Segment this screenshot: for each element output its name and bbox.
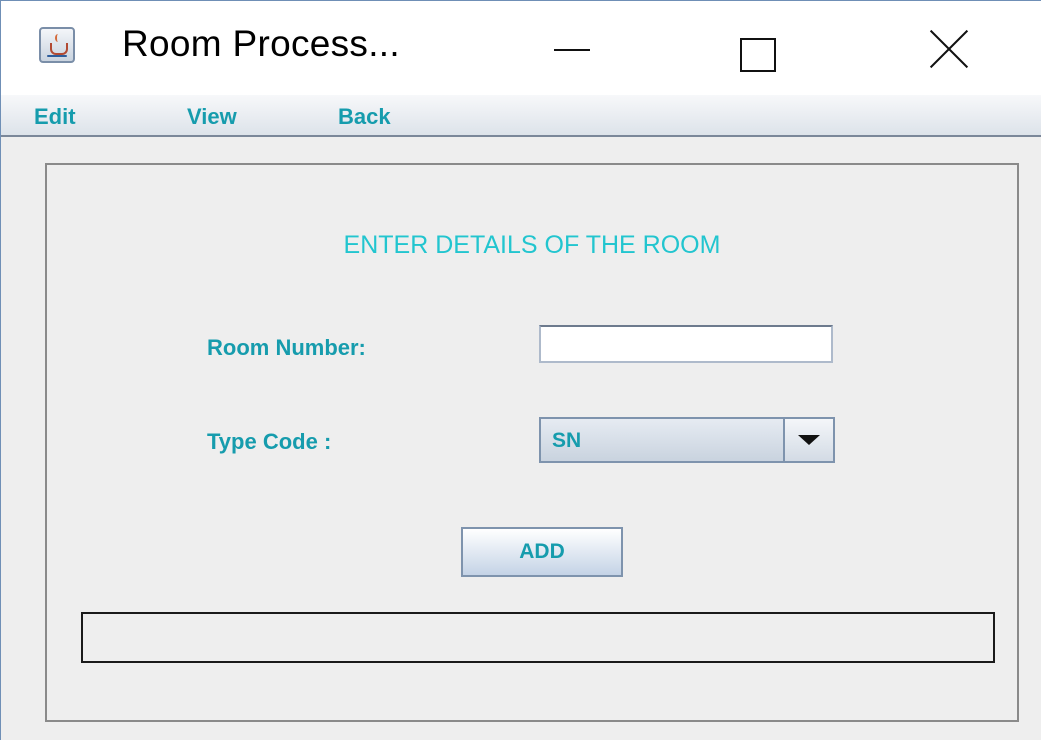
- type-code-select[interactable]: SN: [539, 417, 835, 463]
- java-coffee-icon[interactable]: [39, 27, 75, 63]
- menu-edit[interactable]: Edit: [34, 104, 76, 130]
- app-window: Room Process... Edit View Back ENTER DET…: [0, 0, 1041, 740]
- dropdown-arrow-button[interactable]: [783, 419, 833, 461]
- menu-bar: Edit View Back: [1, 95, 1041, 137]
- steam-shape: [55, 34, 61, 42]
- type-code-label: Type Code :: [207, 429, 332, 454]
- status-field: [81, 612, 995, 663]
- add-button[interactable]: ADD: [461, 527, 623, 577]
- room-number-input[interactable]: [539, 325, 833, 363]
- saucer-shape: [47, 55, 67, 57]
- form-heading: ENTER DETAILS OF THE ROOM: [343, 231, 721, 259]
- window-title: Room Process...: [122, 23, 400, 64]
- room-number-label: Room Number:: [207, 335, 366, 360]
- minimize-icon: [554, 49, 590, 51]
- menu-back[interactable]: Back: [338, 104, 391, 130]
- maximize-icon: [740, 38, 776, 72]
- maximize-button[interactable]: [713, 19, 793, 79]
- minimize-button[interactable]: [531, 19, 611, 79]
- title-bar[interactable]: Room Process...: [1, 1, 1041, 95]
- room-details-panel: ENTER DETAILS OF THE ROOM Room Number: T…: [45, 163, 1019, 722]
- close-button[interactable]: [909, 19, 989, 79]
- chevron-down-icon: [798, 435, 820, 445]
- type-code-selected-value: SN: [552, 429, 582, 452]
- cup-shape: [50, 43, 68, 55]
- close-icon: [929, 29, 969, 69]
- menu-view[interactable]: View: [187, 104, 237, 130]
